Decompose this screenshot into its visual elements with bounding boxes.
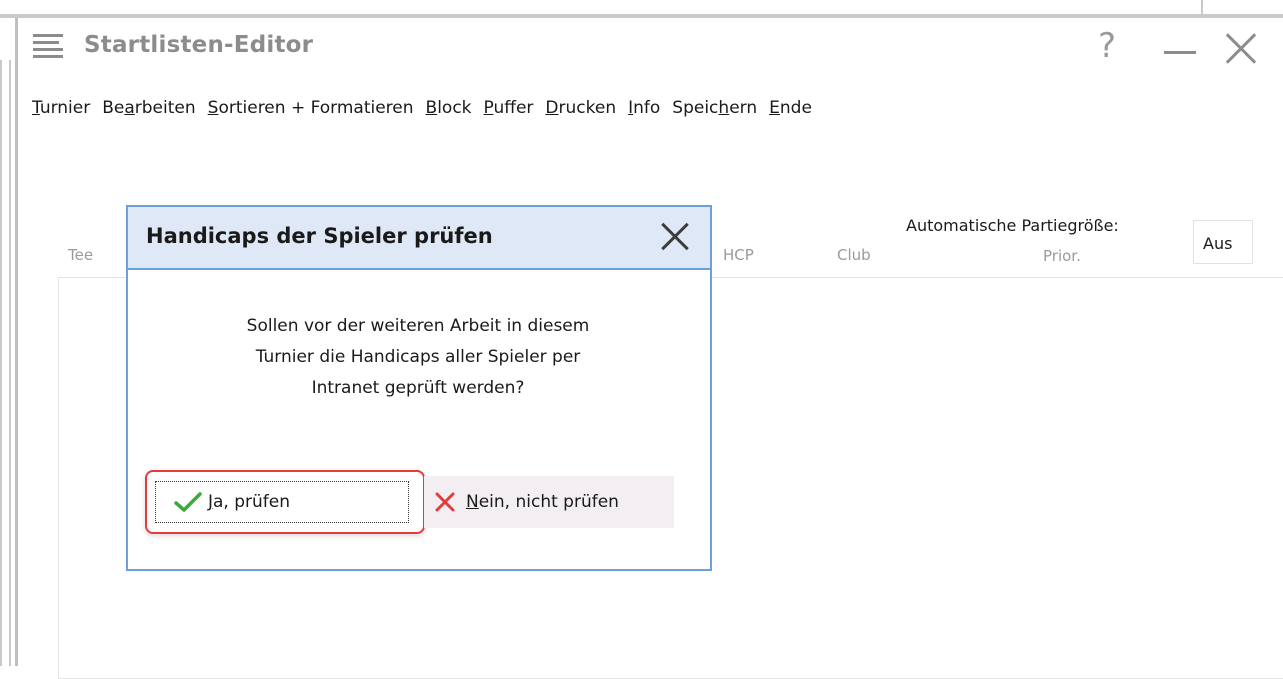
background-window-edge	[9, 60, 11, 666]
auto-group-size-label: Automatische Partiegröße:	[906, 216, 1119, 235]
yes-check-button[interactable]: Ja, prüfen	[155, 481, 409, 523]
menu-speichern[interactable]: Speichern	[672, 98, 757, 122]
checkmark-icon	[174, 492, 202, 512]
no-check-button[interactable]: Nein, nicht prüfen	[424, 476, 674, 528]
column-header-club[interactable]: Club	[837, 246, 871, 264]
yes-button-label: Ja, prüfen	[208, 492, 291, 512]
menu-drucken[interactable]: Drucken	[545, 98, 616, 122]
close-window-icon[interactable]	[1224, 32, 1258, 66]
background-window-edge	[0, 60, 2, 666]
hamburger-menu-icon[interactable]	[33, 34, 63, 58]
dialog-message-line: Turnier die Handicaps aller Spieler per	[255, 347, 581, 367]
dialog-title: Handicaps der Spieler prüfen	[146, 224, 493, 248]
menu-bar: Turnier Bearbeiten Sortieren + Formatier…	[32, 98, 824, 122]
minimize-icon[interactable]	[1164, 51, 1196, 54]
menu-puffer[interactable]: Puffer	[484, 98, 534, 122]
menu-ende[interactable]: Ende	[769, 98, 812, 122]
auto-group-size-field[interactable]: Aus	[1193, 220, 1253, 264]
no-button-label: Nein, nicht prüfen	[466, 492, 619, 512]
menu-turnier[interactable]: Turnier	[32, 98, 90, 122]
column-header-hcp[interactable]: HCP	[723, 246, 754, 264]
column-header-prior[interactable]: Prior.	[1043, 247, 1081, 265]
window-title: Startlisten-Editor	[84, 32, 314, 58]
dialog-close-icon[interactable]	[660, 221, 690, 251]
menu-block[interactable]: Block	[426, 98, 472, 122]
cross-icon	[435, 492, 455, 512]
menu-info[interactable]: Info	[628, 98, 660, 122]
menu-sortieren-formatieren[interactable]: Sortieren + Formatieren	[208, 98, 414, 122]
menu-bearbeiten[interactable]: Bearbeiten	[102, 98, 195, 122]
background-window-divider	[1201, 0, 1203, 14]
dialog-header: Handicaps der Spieler prüfen	[128, 207, 710, 270]
title-bar: Startlisten-Editor ?	[18, 18, 1283, 80]
help-icon[interactable]: ?	[1098, 26, 1116, 66]
dialog-message-line: Intranet geprüft werden?	[311, 378, 525, 398]
dialog-message: Sollen vor der weiteren Arbeit in diesem…	[168, 311, 668, 404]
check-handicaps-dialog: Handicaps der Spieler prüfen Sollen vor …	[126, 205, 712, 571]
column-header-tee[interactable]: Tee	[68, 246, 93, 264]
dialog-message-line: Sollen vor der weiteren Arbeit in diesem	[246, 316, 590, 336]
